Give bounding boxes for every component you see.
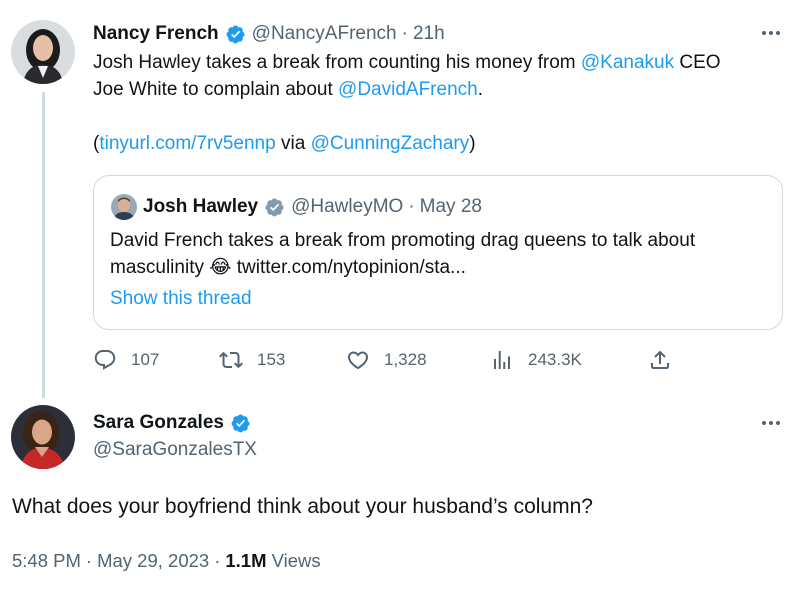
views-icon	[494, 351, 510, 369]
quoted-text: David French takes a break from promotin…	[110, 227, 775, 281]
tweet1-separator: ·	[401, 23, 408, 44]
tweet1-handle[interactable]: @NancyAFrench	[252, 23, 397, 45]
meta-separator: ·	[85, 550, 93, 571]
like-button[interactable]: 1,328	[346, 348, 427, 372]
thread-connector-line	[42, 92, 45, 398]
views-button[interactable]: 243.3K	[490, 348, 582, 372]
tweet1-text-segment: via	[275, 133, 311, 154]
quoted-display-name: Josh Hawley	[143, 196, 259, 217]
verified-badge-icon	[264, 197, 285, 218]
share-button[interactable]	[648, 348, 672, 372]
views-count: 243.3K	[528, 350, 582, 369]
laughing-emoji-icon: 😂	[209, 257, 232, 278]
mention-cunningzachary[interactable]: @CunningZachary	[311, 133, 470, 154]
verified-badge-icon	[225, 24, 246, 45]
show-this-thread-link[interactable]: Show this thread	[110, 288, 252, 310]
quoted-text-line1: David French takes a break from promotin…	[110, 230, 696, 251]
retweet-count: 153	[257, 350, 286, 369]
tweet1-text-line3: (tinyurl.com/7rv5ennp via @CunningZachar…	[93, 130, 793, 157]
more-icon[interactable]	[762, 31, 780, 35]
tweet1-text-segment: .	[477, 79, 483, 100]
josh-hawley-avatar	[111, 194, 137, 220]
tweet2-handle[interactable]: @SaraGonzalesTX	[93, 439, 257, 461]
quoted-text-segment: masculinity	[110, 257, 210, 278]
tinyurl-link[interactable]: tinyurl.com/7rv5ennp	[99, 133, 275, 154]
reply-button[interactable]: 107	[93, 348, 159, 372]
retweet-button[interactable]: 153	[219, 348, 285, 372]
tweet1-text: Josh Hawley takes a break from counting …	[93, 49, 793, 157]
tweet2-text: What does your boyfriend think about you…	[12, 495, 593, 518]
verified-badge-icon	[230, 413, 251, 434]
quoted-handle: @HawleyMO	[291, 196, 404, 217]
tweet1-header: Nancy French @NancyAFrench · 21h	[93, 22, 445, 46]
tweet1-text-segment: Joe White to complain about	[93, 79, 339, 100]
tweet1-text-line1: Josh Hawley takes a break from counting …	[93, 49, 793, 76]
quoted-tweet-card[interactable]: Josh Hawley @HawleyMO · May 28 David Fre…	[93, 175, 783, 330]
tweet1-text-line2: Joe White to complain about @DavidAFrenc…	[93, 76, 793, 103]
tweet1-display-name[interactable]: Nancy French	[93, 23, 219, 45]
tweet2-display-name[interactable]: Sara Gonzales	[93, 412, 224, 434]
share-icon	[651, 350, 669, 369]
reply-icon	[94, 350, 116, 370]
tweet2-meta: 5:48 PM · May 29, 2023 · 1.1M Views	[12, 550, 321, 572]
quoted-header: Josh Hawley @HawleyMO · May 28	[143, 195, 482, 219]
mention-kanakuk[interactable]: @Kanakuk	[581, 52, 674, 73]
sara-gonzales-avatar[interactable]	[11, 405, 75, 469]
nancy-french-avatar[interactable]	[11, 20, 75, 84]
meta-separator: ·	[214, 550, 221, 571]
tweet1-text-segment: )	[469, 133, 476, 154]
mention-davidafrench[interactable]: @DavidAFrench	[338, 79, 478, 100]
quoted-link-text: twitter.com/nytopinion/sta...	[231, 257, 466, 278]
tweet2-date[interactable]: May 29, 2023	[97, 550, 209, 572]
quoted-separator: ·	[408, 196, 415, 217]
tweet2-views-label: Views	[266, 550, 321, 571]
quoted-date: May 28	[419, 196, 482, 217]
quoted-text-line2: masculinity 😂 twitter.com/nytopinion/sta…	[110, 254, 775, 281]
more-icon[interactable]	[762, 421, 780, 425]
tweet2-time[interactable]: 5:48 PM	[12, 550, 81, 572]
tweet1-text-segment: CEO	[674, 52, 721, 73]
tweet1-time[interactable]: 21h	[413, 23, 445, 45]
tweet2-name-row: Sara Gonzales	[93, 411, 251, 435]
like-count: 1,328	[384, 350, 427, 369]
retweet-icon	[219, 351, 243, 369]
like-icon	[347, 351, 369, 370]
tweet2-views-count: 1.1M	[225, 550, 267, 571]
tweet1-text-segment: Josh Hawley takes a break from counting …	[93, 52, 581, 73]
reply-count: 107	[131, 350, 160, 369]
